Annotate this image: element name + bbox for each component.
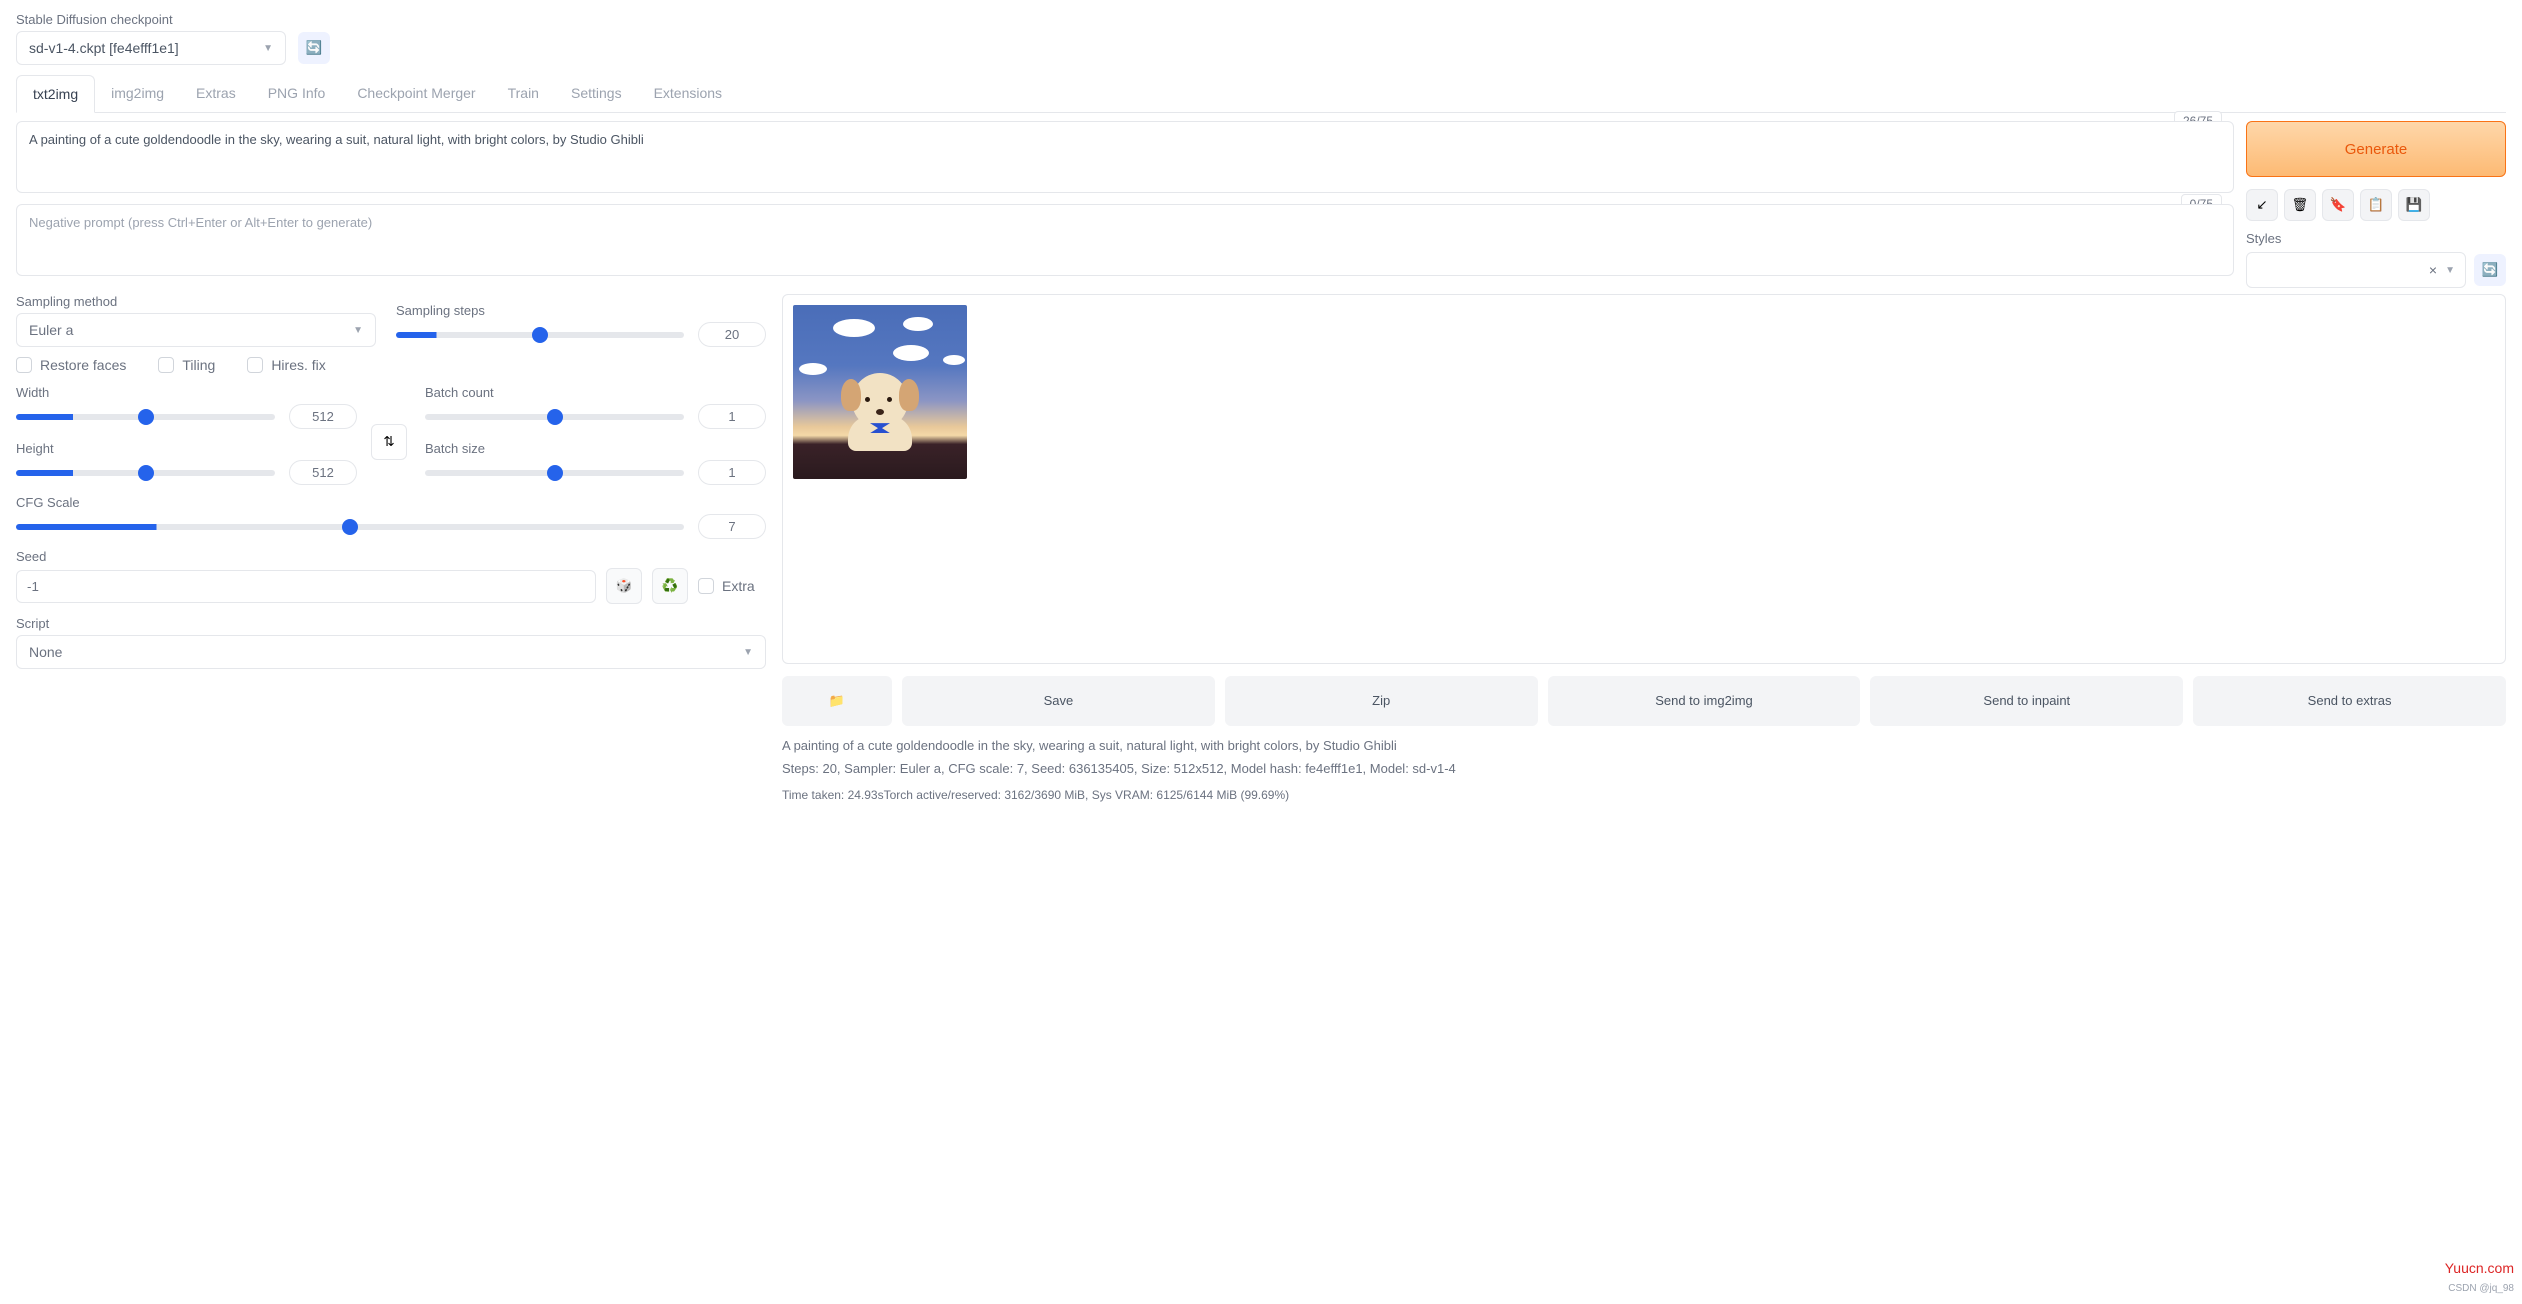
reuse-seed-button[interactable]: ♻️: [652, 568, 688, 604]
chevron-down-icon: ▼: [263, 43, 273, 54]
seed-label: Seed: [16, 549, 766, 564]
batch-size-value[interactable]: [698, 460, 766, 485]
tab-train[interactable]: Train: [492, 75, 555, 112]
neg-prompt-input[interactable]: [16, 204, 2234, 276]
sampling-method-label: Sampling method: [16, 294, 376, 309]
checkpoint-label: Stable Diffusion checkpoint: [16, 12, 286, 27]
recycle-icon: ♻️: [662, 578, 679, 594]
output-gallery: [782, 294, 2506, 664]
width-label: Width: [16, 385, 357, 400]
styles-select[interactable]: × ▼: [2246, 252, 2466, 288]
bookmark-icon: 🔖: [2330, 197, 2347, 213]
script-label: Script: [16, 616, 766, 631]
save-button[interactable]: Save: [902, 676, 1215, 726]
restore-faces-check[interactable]: Restore faces: [16, 357, 126, 373]
tiling-check[interactable]: Tiling: [158, 357, 215, 373]
hires-fix-check[interactable]: Hires. fix: [247, 357, 325, 373]
sampling-steps-slider[interactable]: [396, 332, 684, 338]
refresh-checkpoints-button[interactable]: 🔄: [298, 32, 330, 64]
cfg-label: CFG Scale: [16, 495, 766, 510]
arrow-icon: ↙: [2256, 197, 2267, 213]
close-icon[interactable]: ×: [2429, 262, 2437, 278]
checkpoint-value: sd-v1-4.ckpt [fe4efff1e1]: [29, 40, 179, 56]
tab-txt2img[interactable]: txt2img: [16, 75, 95, 113]
height-label: Height: [16, 441, 357, 456]
send-img2img-button[interactable]: Send to img2img: [1548, 676, 1861, 726]
tab-settings[interactable]: Settings: [555, 75, 638, 112]
seed-extra-check[interactable]: Extra: [698, 578, 755, 594]
width-value[interactable]: [289, 404, 357, 429]
zip-button[interactable]: Zip: [1225, 676, 1538, 726]
batch-count-value[interactable]: [698, 404, 766, 429]
output-prompt-text: A painting of a cute goldendoodle in the…: [782, 736, 2506, 757]
sampling-method-value: Euler a: [29, 322, 73, 338]
checkpoint-select[interactable]: sd-v1-4.ckpt [fe4efff1e1] ▼: [16, 31, 286, 65]
height-value[interactable]: [289, 460, 357, 485]
batch-size-label: Batch size: [425, 441, 766, 456]
folder-icon: 📁: [829, 693, 845, 708]
cfg-value[interactable]: [698, 514, 766, 539]
sampling-steps-label: Sampling steps: [396, 303, 766, 318]
swap-dimensions-button[interactable]: ⇅: [371, 424, 407, 460]
refresh-icon: 🔄: [2482, 262, 2499, 278]
chevron-down-icon: ▼: [743, 647, 753, 658]
seed-input[interactable]: [16, 570, 596, 603]
tab-img2img[interactable]: img2img: [95, 75, 180, 112]
open-folder-button[interactable]: 📁: [782, 676, 892, 726]
tab-checkpoint-merger[interactable]: Checkpoint Merger: [341, 75, 491, 112]
clipboard-icon: 📋: [2368, 197, 2385, 213]
swap-icon: ⇅: [383, 434, 394, 450]
trash-icon: 🗑: [2292, 197, 2309, 213]
output-meta-text: Steps: 20, Sampler: Euler a, CFG scale: …: [782, 759, 2506, 780]
refresh-icon: 🔄: [306, 40, 323, 56]
tab-extensions[interactable]: Extensions: [638, 75, 738, 112]
refresh-styles-button[interactable]: 🔄: [2474, 254, 2506, 286]
generated-image[interactable]: [793, 305, 967, 479]
batch-count-label: Batch count: [425, 385, 766, 400]
dice-icon: 🎲: [616, 578, 633, 594]
batch-count-slider[interactable]: [425, 414, 684, 420]
prompt-input[interactable]: A painting of a cute goldendoodle in the…: [16, 121, 2234, 193]
chevron-down-icon: ▼: [353, 325, 363, 336]
sampling-method-select[interactable]: Euler a ▼: [16, 313, 376, 347]
script-value: None: [29, 644, 62, 660]
clipboard-button[interactable]: 📋: [2360, 189, 2392, 221]
script-select[interactable]: None ▼: [16, 635, 766, 669]
cfg-slider[interactable]: [16, 524, 684, 530]
arrow-button[interactable]: ↙: [2246, 189, 2278, 221]
sampling-steps-value[interactable]: [698, 322, 766, 347]
random-seed-button[interactable]: 🎲: [606, 568, 642, 604]
tab-pnginfo[interactable]: PNG Info: [252, 75, 342, 112]
output-time-text: Time taken: 24.93sTorch active/reserved:…: [782, 786, 2506, 805]
chevron-down-icon: ▼: [2445, 265, 2455, 276]
bookmark-button[interactable]: 🔖: [2322, 189, 2354, 221]
main-tabs: txt2img img2img Extras PNG Info Checkpoi…: [16, 75, 2506, 113]
send-extras-button[interactable]: Send to extras: [2193, 676, 2506, 726]
send-inpaint-button[interactable]: Send to inpaint: [1870, 676, 2183, 726]
generate-button[interactable]: Generate: [2246, 121, 2506, 177]
width-slider[interactable]: [16, 414, 275, 420]
height-slider[interactable]: [16, 470, 275, 476]
tab-extras[interactable]: Extras: [180, 75, 252, 112]
trash-button[interactable]: 🗑: [2284, 189, 2316, 221]
watermark-csdn: CSDN @jq_98: [2448, 1283, 2514, 1294]
batch-size-slider[interactable]: [425, 470, 684, 476]
floppy-icon: 💾: [2406, 197, 2423, 213]
styles-label: Styles: [2246, 231, 2506, 246]
save-style-button[interactable]: 💾: [2398, 189, 2430, 221]
watermark: Yuucn.com: [2445, 1260, 2514, 1276]
